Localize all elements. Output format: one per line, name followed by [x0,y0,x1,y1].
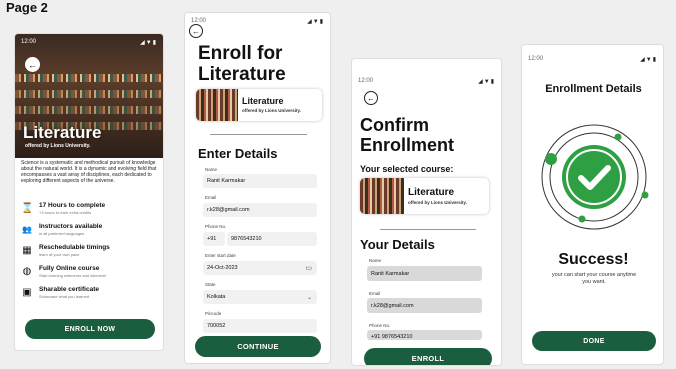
start-date-value: 24-Oct-2023 [207,265,238,271]
feature-title: Fully Online course [39,265,100,272]
enrollment-success-screen: 12:00 ◢▼▮ Enrollment Details Success! yo… [521,44,664,365]
section-heading: Your Details [360,237,435,252]
status-icons: ◢▼▮ [478,78,495,85]
status-bar: 12:00 ◢▼▮ [191,15,324,27]
feature-item: ▦ Reschedulable timings learn at your ow… [21,244,161,262]
orbit-dot-large [545,153,557,165]
chevron-down-icon: ⌄ [306,294,312,301]
arrow-left-icon: ← [192,26,200,36]
enroll-button[interactable]: ENROLL [364,348,492,365]
calendar-icon: ▦ [22,245,32,256]
feature-sub: Start learning whenever and wherever [39,273,107,278]
status-bar: 12:00 ◢▼▮ [358,75,495,87]
feature-title: Reschedulable timings [39,244,110,251]
feature-title: Sharable certificate [39,286,99,293]
status-time: 12:00 [358,78,374,84]
back-button[interactable]: ← [364,91,378,105]
course-subtitle: offered by Lions University. [408,200,467,205]
phone-label: Phone No. [205,224,227,229]
done-button[interactable]: DONE [532,331,656,351]
orbit-dot-top [614,133,622,141]
feature-title: Instructors available [39,223,103,230]
email-value: r.k28@gmail.com [367,298,482,313]
hourglass-icon: ⌛ [21,203,34,214]
phone-field[interactable]: 9876543210 [227,232,317,246]
course-card[interactable]: Literature offered by Lions University. [360,178,489,214]
phone-value: +91 9876543210 [367,330,482,340]
email-label: Email [369,291,381,296]
success-heading: Success! [558,251,629,268]
feature-sub: in all preferred languages [39,231,85,236]
email-label: Email [205,195,217,200]
page-title: Page 2 [6,0,48,15]
continue-button[interactable]: CONTINUE [195,336,321,357]
status-time: 12:00 [191,18,207,24]
course-title: Literature [242,96,284,106]
state-value: Kolkata [207,294,226,300]
status-icons: ◢▼▮ [307,18,324,25]
name-field[interactable]: Ranit Karmakar [203,174,317,188]
orbit-dot-bottom [578,215,586,223]
status-icons: ◢▼▮ [640,56,657,63]
feature-sub: Showcase what you learned [39,294,90,299]
feature-item: 👥 Instructors available in all preferred… [21,223,161,241]
state-label: State [205,282,216,287]
globe-icon: ◍ [22,266,32,277]
certificate-icon: ▣ [22,287,32,298]
back-button[interactable]: ← [189,24,203,38]
success-message: your can start your course anytime you w… [551,272,637,285]
email-field[interactable]: r.k28@gmail.com [203,203,317,217]
feature-title: 17 Hours to complete [39,202,106,209]
name-label: Name [369,258,382,263]
course-description: Science is a systematic and methodical p… [21,160,157,184]
enroll-form-screen: 12:00 ◢▼▮ ← Enroll for Literature Litera… [184,12,331,364]
date-label: Enter start date [205,253,236,258]
confirm-enrollment-screen: 12:00 ◢▼▮ ← Confirm Enrollment Your sele… [351,58,502,366]
back-button[interactable]: ← [25,57,40,72]
pincode-label: Pincode [205,311,222,316]
course-subtitle: offered by Lions University. [242,108,301,113]
start-date-field[interactable]: 24-Oct-2023 ▭ [203,261,317,275]
success-circle [562,145,626,209]
phone-code-field[interactable]: +91 [203,232,225,246]
status-bar: 12:00 ◢▼▮ [528,53,657,65]
success-illustration [541,124,649,230]
page-heading: Enrollment Details [545,83,642,95]
enroll-now-button[interactable]: ENROLL NOW [25,319,155,339]
feature-sub: +3 hours to earn extra credits [39,210,92,215]
course-thumbnail [196,89,238,121]
instructors-icon: 👥 [22,225,32,234]
selected-course-label: Your selected course: [360,164,454,174]
orbit-dot-right [641,191,649,199]
status-time: 12:00 [21,39,37,45]
name-label: Name [205,167,218,172]
course-thumbnail [360,178,404,214]
calendar-icon[interactable]: ▭ [305,264,312,272]
state-select[interactable]: Kolkata ⌄ [203,290,317,304]
feature-item: ◍ Fully Online course Start learning whe… [21,265,161,283]
name-value: Ranit Karmakar [367,266,482,281]
course-card[interactable]: Literature offered by Lions University. [196,89,322,121]
hero-subtitle: offered by Lions University. [25,143,91,149]
course-title: Literature [408,187,455,198]
divider [210,134,307,135]
status-icons: ◢▼▮ [140,39,157,46]
phone-label: Phone No. [369,323,391,328]
pincode-field[interactable]: 700052 [203,319,317,333]
arrow-left-icon: ← [28,59,37,70]
feature-sub: learn at your own pace [39,252,80,257]
phone-text: +91 9876543210 [371,334,413,340]
status-bar: 12:00 ◢▼▮ [21,36,157,48]
section-heading: Enter Details [198,146,278,161]
feature-item: ⌛ 17 Hours to complete +3 hours to earn … [21,202,161,220]
course-detail-screen: 12:00 ◢▼▮ ← Literature offered by Lions … [14,33,164,351]
page-heading: Enroll for Literature [198,43,286,85]
hero-title: Literature [23,123,102,142]
feature-item: ▣ Sharable certificate Showcase what you… [21,286,161,304]
divider [380,229,476,230]
status-time: 12:00 [528,56,544,62]
arrow-left-icon: ← [367,93,375,103]
page-heading: Confirm Enrollment [360,115,455,155]
